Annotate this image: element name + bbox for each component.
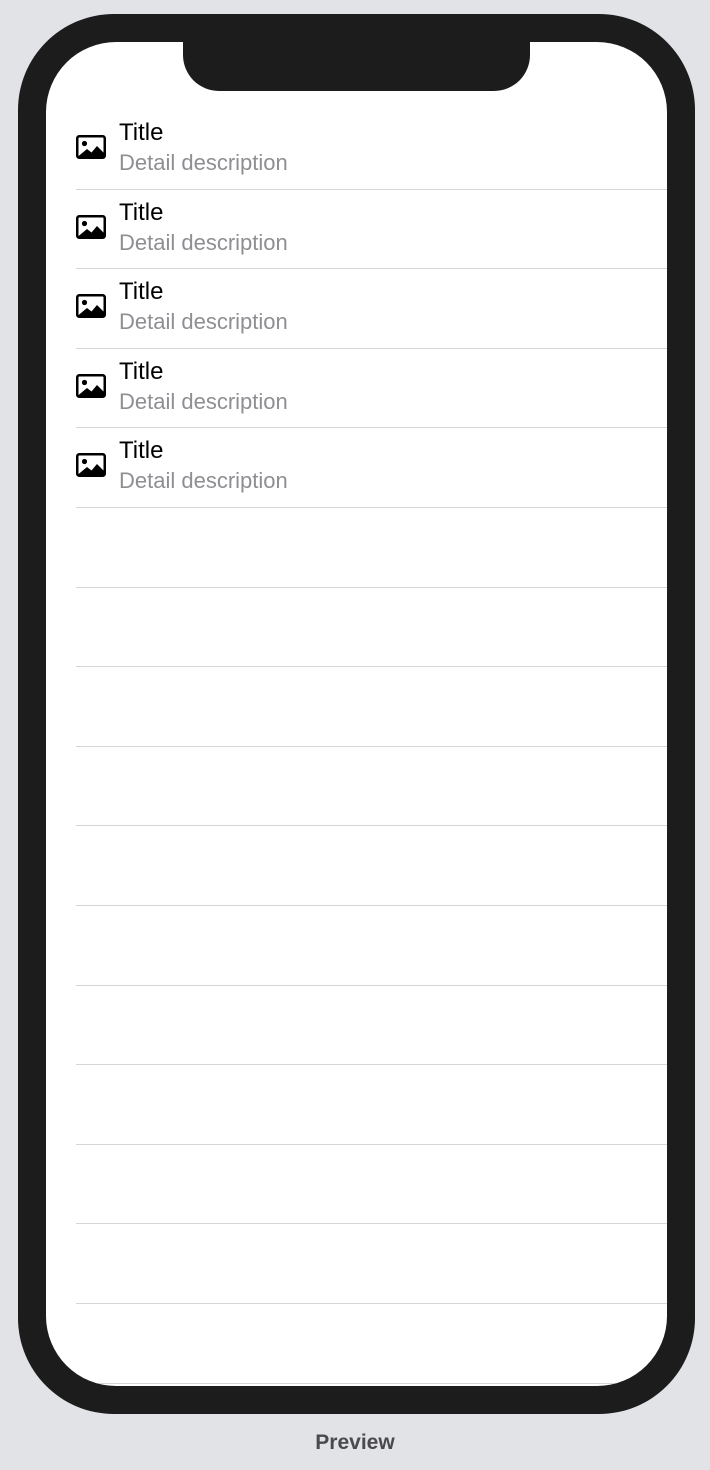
photo-icon: [76, 373, 106, 398]
list-item-title: Title: [119, 437, 164, 465]
empty-list-row: [46, 1145, 667, 1225]
list-item-title: Title: [119, 198, 164, 226]
list-item-detail: Detail description: [119, 309, 288, 335]
empty-list-row: [46, 986, 667, 1066]
list-item-detail: Detail description: [119, 229, 288, 255]
photo-icon: [76, 214, 106, 239]
empty-list-row: [46, 826, 667, 906]
list-item[interactable]: Title Detail description: [46, 349, 667, 429]
list-view[interactable]: Title Detail description Title Detail descr…: [46, 110, 667, 1384]
list-item[interactable]: Title Detail description: [46, 269, 667, 349]
device-frame: Title Detail description Title Detail descr…: [18, 14, 695, 1414]
photo-icon: [76, 453, 106, 478]
device-notch: [183, 42, 530, 91]
empty-list-row: [46, 1224, 667, 1304]
list-item[interactable]: Title Detail description: [46, 428, 667, 508]
list-item-detail: Detail description: [119, 150, 288, 175]
empty-list-row: [46, 508, 667, 588]
list-item-title: Title: [119, 357, 164, 385]
list-item-detail: Detail description: [119, 468, 288, 494]
photo-icon: [76, 135, 106, 159]
photo-icon: [76, 294, 106, 319]
empty-list-row: [46, 588, 667, 668]
list-item-title: Title: [119, 119, 164, 146]
empty-list-row: [46, 906, 667, 986]
empty-list-row: [46, 667, 667, 747]
preview-label: Preview: [315, 1431, 395, 1454]
list-item[interactable]: Title Detail description: [46, 110, 667, 190]
list-item-title: Title: [119, 278, 164, 306]
empty-list-row: [46, 1065, 667, 1145]
empty-list-row: [46, 747, 667, 827]
list-item-detail: Detail description: [119, 388, 288, 414]
empty-list-row: [46, 1304, 667, 1384]
list-item[interactable]: Title Detail description: [46, 190, 667, 270]
device-screen: Title Detail description Title Detail descr…: [46, 42, 667, 1386]
